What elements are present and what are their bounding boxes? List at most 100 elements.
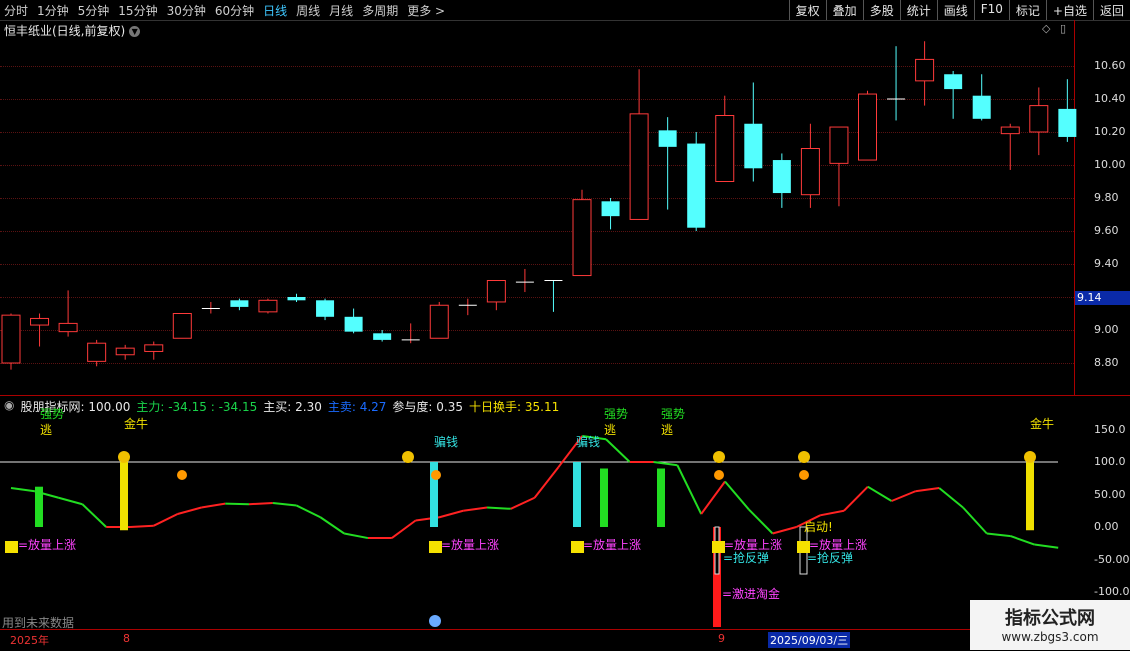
candle-body — [800, 148, 820, 196]
indicator-line-segment — [700, 480, 726, 515]
escape-top-label: 强势 — [661, 407, 685, 421]
indicator-bar — [35, 486, 43, 527]
indicator-line-segment — [344, 532, 369, 540]
indicator-line-segment — [1010, 535, 1035, 546]
candle-body — [658, 130, 677, 147]
candle-body — [944, 74, 963, 90]
gold-bull-label: 金牛 — [1030, 416, 1054, 431]
candle-body — [687, 143, 706, 228]
orange-icon — [714, 470, 724, 480]
indicator-line-segment — [10, 487, 35, 493]
rise-label: =放量上涨 — [18, 537, 76, 552]
indicator-line-segment — [1034, 543, 1059, 549]
rebound-label: =抢反弹 — [723, 550, 769, 565]
candle-body — [572, 199, 592, 277]
indicator-bar — [1026, 462, 1034, 531]
candle-body — [373, 333, 392, 340]
indicator-line-segment — [129, 524, 154, 528]
chart-canvas[interactable]: 强势逃 金牛骗钱 骗钱强势逃强势逃 金牛=放量上涨 =放量上涨 =放量上涨 =放量上涨 =放量… — [0, 0, 1130, 650]
watermark: 指标公式网 www.zbgs3.com — [970, 600, 1130, 650]
indicator-line-segment — [962, 506, 988, 535]
indicator-line-segment — [510, 496, 536, 510]
candle-body — [30, 317, 50, 326]
candle-body — [972, 95, 991, 119]
indicator-line-segment — [676, 464, 703, 515]
indicator-line-segment — [153, 513, 179, 527]
indicator-line-segment — [225, 502, 250, 506]
start-label: 启动! — [804, 520, 833, 534]
indicator-line-segment — [938, 487, 964, 509]
indicator-line-segment — [486, 506, 511, 510]
rise-label: =放量上涨 — [809, 537, 867, 552]
candle-body — [744, 123, 763, 169]
indicator-line-segment — [533, 466, 560, 499]
cheat-label: 骗钱 — [576, 434, 600, 449]
watermark-title: 指标公式网 — [1005, 608, 1095, 629]
candle-body — [115, 347, 135, 356]
indicator-line-segment — [891, 490, 916, 502]
smiley-icon — [713, 451, 725, 463]
smiley-icon — [402, 451, 414, 463]
indicator-line-segment — [820, 509, 845, 517]
rise-label: =放量上涨 — [441, 537, 499, 552]
indicator-line-segment — [296, 504, 321, 519]
smiley-icon — [1024, 451, 1036, 463]
indicator-line-segment — [58, 496, 83, 506]
candle-body — [258, 299, 278, 313]
candle-body — [1000, 126, 1020, 135]
indicator-bar — [120, 462, 128, 531]
rebound-label: =抢反弹 — [807, 550, 853, 565]
indicator-line-segment — [772, 526, 797, 535]
indicator-line-segment — [843, 485, 869, 512]
indicator-line-segment — [391, 519, 417, 539]
date-label-year: 2025年 — [10, 634, 49, 647]
candle-body — [316, 300, 335, 317]
cheat-label: 骗钱 — [434, 434, 458, 449]
candle-body — [230, 300, 249, 307]
candle-body — [629, 113, 649, 220]
blue-ball-icon — [429, 615, 441, 627]
orange-icon — [177, 470, 187, 480]
date-label-sep: 9 — [718, 632, 725, 645]
candle-body — [144, 344, 164, 352]
candle-body — [601, 201, 620, 217]
gold-bull-label: 金牛 — [124, 416, 148, 431]
indicator-line-segment — [201, 502, 226, 509]
candle-body — [87, 342, 107, 362]
candle-body — [715, 115, 735, 182]
indicator-line-segment — [463, 506, 488, 512]
candle-body — [58, 322, 78, 333]
date-label-selected: 2025/09/03/三 — [768, 632, 851, 648]
smiley-icon — [118, 451, 130, 463]
candle-body — [287, 297, 306, 301]
indicator-line-segment — [177, 506, 202, 515]
indicator-line-segment — [605, 438, 631, 463]
candle-body — [486, 280, 506, 303]
indicator-line-segment — [439, 509, 464, 519]
date-axis: 2025年 8 9 2025/09/03/三 — [0, 629, 1130, 651]
candle-body — [772, 160, 791, 194]
indicator-line-segment — [81, 503, 107, 528]
escape-top-label: 强势 — [604, 407, 628, 421]
candle-body — [429, 304, 449, 339]
candle-body — [858, 93, 877, 161]
candle-body — [1058, 108, 1077, 137]
escape-label: 逃 — [40, 423, 52, 437]
dig-label: =激进淘金 — [722, 586, 780, 601]
indicator-line-segment — [748, 508, 774, 535]
indicator-bar — [657, 468, 665, 527]
indicator-bar — [600, 468, 608, 527]
indicator-line-segment — [915, 487, 940, 493]
candle-body — [344, 316, 363, 332]
rise-label: =放量上涨 — [724, 537, 782, 552]
indicator-line-segment — [272, 501, 297, 507]
orange-icon — [799, 470, 809, 480]
candle-body — [829, 126, 849, 164]
indicator-line-segment — [319, 516, 345, 535]
candle-body — [1, 314, 21, 364]
escape-label: 逃 — [604, 423, 616, 437]
rise-label: =放量上涨 — [583, 537, 641, 552]
smiley-icon — [798, 451, 810, 463]
signal-square-icon — [5, 541, 18, 553]
escape-label: 逃 — [661, 423, 673, 437]
